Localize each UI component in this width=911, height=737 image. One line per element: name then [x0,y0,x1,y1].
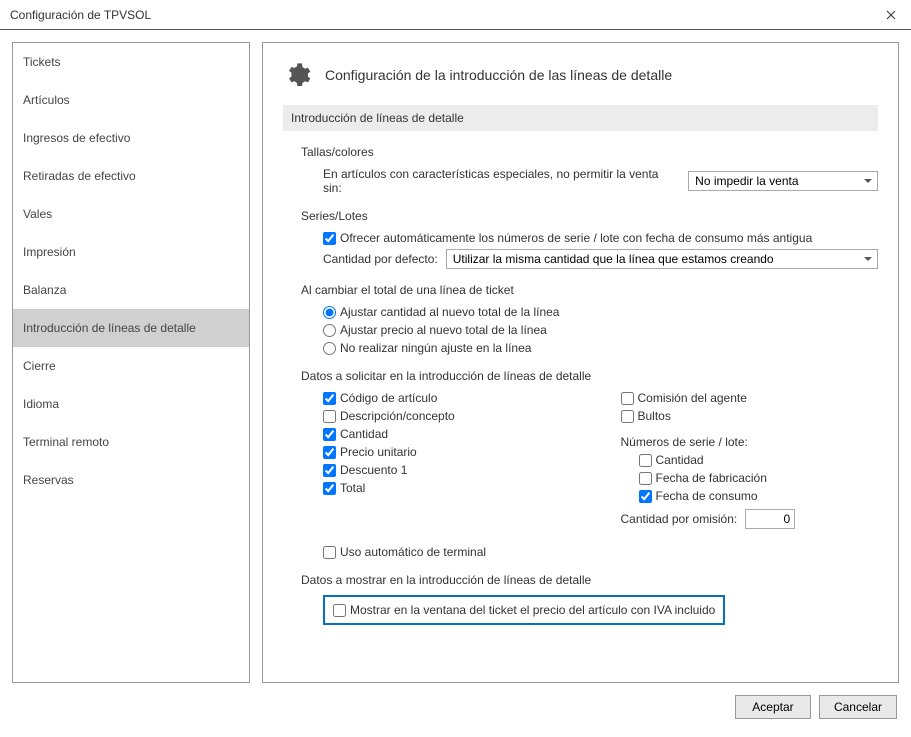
cancel-button[interactable]: Cancelar [819,695,897,719]
footer: Aceptar Cancelar [0,695,911,729]
ok-button[interactable]: Aceptar [735,695,811,719]
main-panel: Configuración de la introducción de las … [262,42,899,683]
sidebar-item-balanza[interactable]: Balanza [13,271,249,309]
sidebar-item-reservas[interactable]: Reservas [13,461,249,499]
check-serie-cantidad-label[interactable]: Cantidad [656,453,704,467]
sidebar-item-impresion[interactable]: Impresión [13,233,249,271]
sidebar-item-articulos[interactable]: Artículos [13,81,249,119]
datos-mostrar-label: Datos a mostrar en la introducción de lí… [301,573,878,587]
group-datos-solicitar: Datos a solicitar en la introducción de … [301,369,878,559]
group-tallas: Tallas/colores En artículos con caracter… [301,145,878,195]
series-auto-label[interactable]: Ofrecer automáticamente los números de s… [340,231,812,245]
series-sub-label: Números de serie / lote: [621,435,879,449]
check-iva[interactable] [333,604,346,617]
check-cantidad[interactable] [323,428,336,441]
qty-default-select[interactable]: Utilizar la misma cantidad que la línea … [446,249,878,269]
check-auto-terminal-label[interactable]: Uso automático de terminal [340,545,486,559]
check-fecha-fab-label[interactable]: Fecha de fabricación [656,471,767,485]
check-descuento1-label[interactable]: Descuento 1 [340,463,407,477]
qty-default-label: Cantidad por defecto: [323,252,438,266]
series-label: Series/Lotes [301,209,878,223]
radio-no-ajuste-label[interactable]: No realizar ningún ajuste en la línea [340,341,531,355]
datos-solicitar-label: Datos a solicitar en la introducción de … [301,369,878,383]
sidebar-item-cierre[interactable]: Cierre [13,347,249,385]
group-series: Series/Lotes Ofrecer automáticamente los… [301,209,878,269]
sidebar-item-idioma[interactable]: Idioma [13,385,249,423]
check-fecha-consumo-label[interactable]: Fecha de consumo [656,489,758,503]
close-icon [886,10,896,20]
check-bultos-label[interactable]: Bultos [638,409,671,423]
section-header: Introducción de líneas de detalle [283,105,878,131]
check-codigo-label[interactable]: Código de artículo [340,391,437,405]
cambio-label: Al cambiar el total de una línea de tick… [301,283,878,297]
check-iva-label[interactable]: Mostrar en la ventana del ticket el prec… [350,603,715,617]
col-left: Código de artículo Descripción/concepto … [323,391,581,535]
iva-highlight: Mostrar en la ventana del ticket el prec… [323,595,725,625]
tallas-select[interactable]: No impedir la venta [688,171,878,191]
header: Configuración de la introducción de las … [283,61,878,89]
radio-no-ajuste[interactable] [323,342,336,355]
check-auto-terminal[interactable] [323,546,336,559]
col-right: Comisión del agente Bultos Números de se… [621,391,879,535]
radio-ajustar-precio-label[interactable]: Ajustar precio al nuevo total de la líne… [340,323,547,337]
check-precio[interactable] [323,446,336,459]
sidebar: Tickets Artículos Ingresos de efectivo R… [12,42,250,683]
check-total[interactable] [323,482,336,495]
sidebar-item-tickets[interactable]: Tickets [13,43,249,81]
sidebar-item-lineas[interactable]: Introducción de líneas de detalle [13,309,249,347]
omision-input[interactable] [745,509,795,529]
group-cambio: Al cambiar el total de una línea de tick… [301,283,878,355]
sidebar-item-vales[interactable]: Vales [13,195,249,233]
check-desc[interactable] [323,410,336,423]
sidebar-item-retiradas[interactable]: Retiradas de efectivo [13,157,249,195]
check-desc-label[interactable]: Descripción/concepto [340,409,455,423]
check-total-label[interactable]: Total [340,481,365,495]
close-button[interactable] [871,0,911,30]
titlebar: Configuración de TPVSOL [0,0,911,30]
page-title: Configuración de la introducción de las … [325,67,672,83]
sidebar-item-ingresos[interactable]: Ingresos de efectivo [13,119,249,157]
content: Tickets Artículos Ingresos de efectivo R… [0,30,911,695]
check-descuento1[interactable] [323,464,336,477]
check-bultos[interactable] [621,410,634,423]
tallas-text: En artículos con características especia… [323,167,680,195]
check-codigo[interactable] [323,392,336,405]
window-title: Configuración de TPVSOL [10,8,151,22]
radio-ajustar-cantidad[interactable] [323,306,336,319]
group-datos-mostrar: Datos a mostrar en la introducción de lí… [301,573,878,625]
gear-icon [283,61,311,89]
check-cantidad-label[interactable]: Cantidad [340,427,388,441]
radio-ajustar-precio[interactable] [323,324,336,337]
check-comision[interactable] [621,392,634,405]
check-serie-cantidad[interactable] [639,454,652,467]
sidebar-item-terminal[interactable]: Terminal remoto [13,423,249,461]
series-auto-check[interactable] [323,232,336,245]
radio-ajustar-cantidad-label[interactable]: Ajustar cantidad al nuevo total de la lí… [340,305,559,319]
check-comision-label[interactable]: Comisión del agente [638,391,747,405]
check-fecha-fab[interactable] [639,472,652,485]
tallas-label: Tallas/colores [301,145,878,159]
omision-label: Cantidad por omisión: [621,512,738,526]
check-fecha-consumo[interactable] [639,490,652,503]
check-precio-label[interactable]: Precio unitario [340,445,417,459]
